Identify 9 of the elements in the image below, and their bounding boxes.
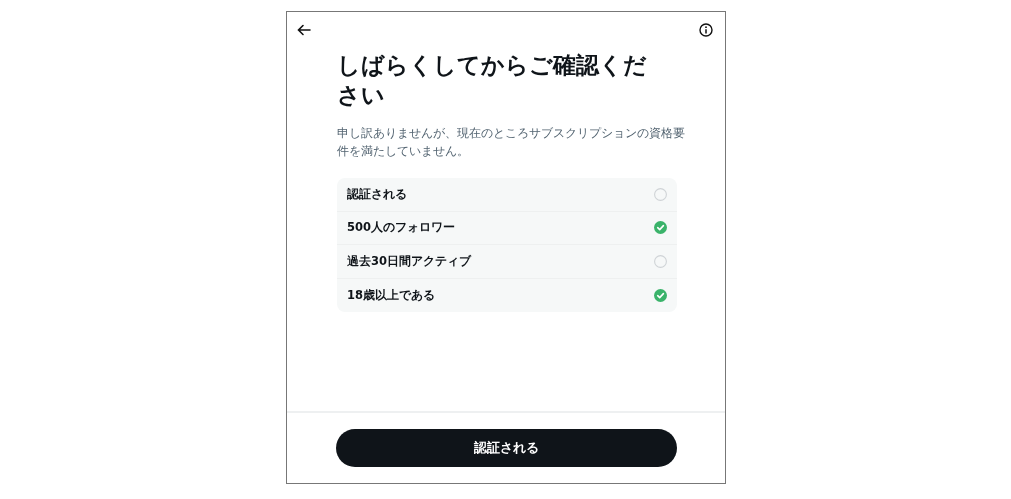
title: しばらくしてからご確認ください [337, 51, 648, 110]
requirement-label: 認証される [347, 186, 407, 202]
requirement-label: 500人のフォロワー [347, 220, 455, 236]
verify-button[interactable]: 認証される [335, 429, 677, 467]
requirement-label: 過去30日間アクティブ [347, 253, 471, 269]
info-icon[interactable] [699, 23, 713, 37]
requirement-label: 18歳以上である [347, 287, 435, 303]
message: 申し訳ありませんが、現在のところサブスクリプションの資格要件を満たしていません。 [337, 125, 686, 160]
back-arrow-icon[interactable] [297, 24, 311, 36]
